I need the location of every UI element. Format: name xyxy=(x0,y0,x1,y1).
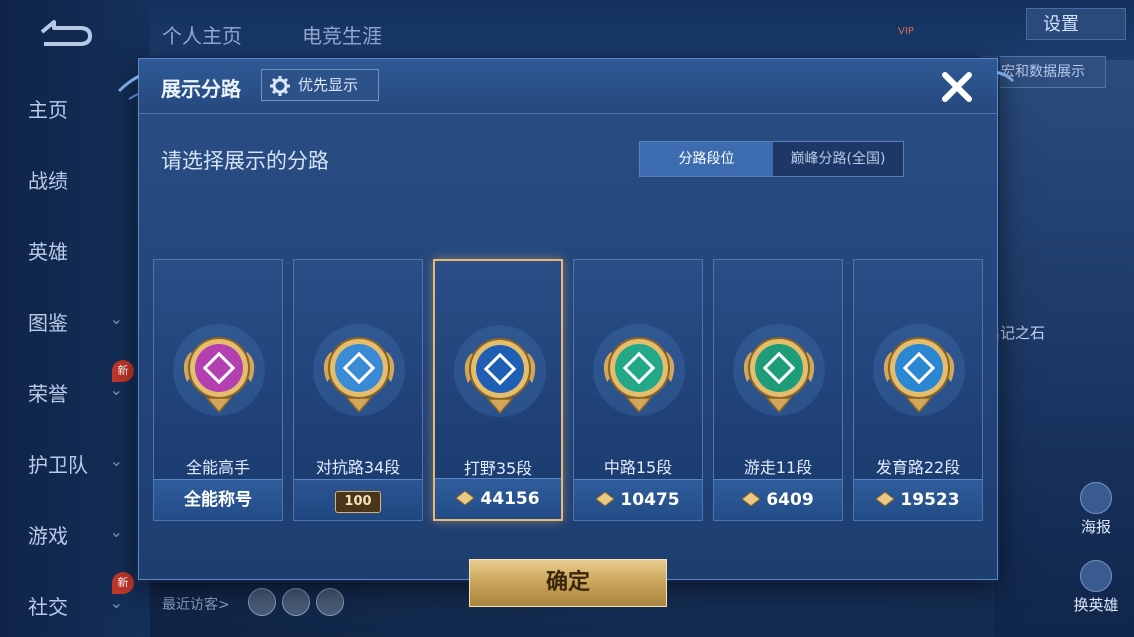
mid-lane-icon xyxy=(593,324,685,416)
priority-display-button[interactable]: 优先显示 xyxy=(261,69,379,101)
sidebar-item-guard-team[interactable]: 护卫队 ⌄ xyxy=(28,449,123,478)
tab-profile[interactable]: 个人主页 xyxy=(162,20,242,49)
points-value: 6409 xyxy=(766,490,814,510)
sidebar-item-social[interactable]: 社交 ⌄ xyxy=(28,591,123,620)
lane-points: 19523 xyxy=(854,479,982,520)
dialog-body: 请选择展示的分路 分路段位 巅峰分路(全国) 全能高手 全能称号 对抗路34段 100… xyxy=(139,113,997,607)
points-icon xyxy=(742,492,761,506)
sidebar-item-collection[interactable]: 图鉴 ⌄ xyxy=(28,307,123,336)
points-value: 44156 xyxy=(480,489,540,509)
close-icon[interactable] xyxy=(937,67,977,107)
lane-rank-label: 全能高手 xyxy=(185,458,250,477)
title-label: 全能称号 xyxy=(154,479,282,520)
points-icon xyxy=(876,492,895,506)
points-icon xyxy=(456,491,475,505)
confirm-button[interactable]: 确定 xyxy=(469,559,667,607)
sidebar-item-honor[interactable]: 荣誉 ⌄ xyxy=(28,378,123,407)
back-arrow-icon[interactable] xyxy=(36,18,94,48)
lane-card[interactable]: 中路15段 10475 xyxy=(573,259,703,521)
chevron-down-icon: ⌄ xyxy=(109,522,123,541)
swap-hero-button[interactable]: 换英雄 xyxy=(1066,560,1126,615)
lane-rank-label: 游走11段 xyxy=(743,458,813,477)
points-value: 10475 xyxy=(620,490,680,510)
dialog-title: 展示分路 xyxy=(161,77,241,101)
gear-icon xyxy=(270,76,290,96)
chevron-down-icon: ⌄ xyxy=(109,593,123,612)
new-badge: 新 xyxy=(112,572,134,594)
poster-icon xyxy=(1080,482,1112,514)
rank-badge: 100 xyxy=(294,479,422,520)
lane-card[interactable]: 全能高手 全能称号 xyxy=(153,259,283,521)
hero-panel-background xyxy=(994,60,1134,637)
lane-points: 44156 xyxy=(435,478,561,519)
rank-badge-value: 100 xyxy=(335,491,381,513)
chevron-down-icon: ⌄ xyxy=(109,380,123,399)
avatar[interactable] xyxy=(248,588,276,616)
tab-esports-career[interactable]: 电竞生涯 xyxy=(302,20,382,49)
avatar[interactable] xyxy=(282,588,310,616)
settings-button[interactable]: 设置 xyxy=(1026,8,1126,40)
dialog-header: 展示分路 优先显示 xyxy=(139,59,997,114)
sidebar-item-heroes[interactable]: 英雄 xyxy=(28,236,123,265)
lane-card[interactable]: 游走11段 6409 xyxy=(713,259,843,521)
lane-points: 10475 xyxy=(574,479,702,520)
lane-card[interactable]: 对抗路34段 100 xyxy=(293,259,423,521)
sidebar-item-games[interactable]: 游戏 ⌄ xyxy=(28,520,123,549)
lane-rank-label: 打野35段 xyxy=(463,459,533,478)
dialog-subtitle: 请选择展示的分路 xyxy=(161,149,329,173)
lane-display-dialog: 展示分路 优先显示 请选择展示的分路 分路段位 巅峰分路(全国) 全能高手 全能… xyxy=(117,58,1015,607)
poster-button[interactable]: 海报 xyxy=(1066,482,1126,537)
clash-lane-icon xyxy=(313,324,405,416)
chevron-down-icon: ⌄ xyxy=(109,309,123,328)
lane-card[interactable]: 打野35段 44156 xyxy=(433,259,563,521)
lane-rank-label: 中路15段 xyxy=(603,458,673,477)
sidebar-item-records[interactable]: 战绩 xyxy=(28,165,123,194)
allround-icon xyxy=(173,324,265,416)
lane-mode-toggle: 分路段位 巅峰分路(全国) xyxy=(639,141,904,177)
tab-peak-lane-national[interactable]: 巅峰分路(全国) xyxy=(773,142,903,176)
recent-visitors-link[interactable]: 最近访客> xyxy=(162,594,230,614)
tab-lane-rank[interactable]: 分路段位 xyxy=(640,142,773,176)
jungle-dragon-icon xyxy=(454,325,546,417)
new-badge: 新 xyxy=(112,360,134,382)
chevron-down-icon: ⌄ xyxy=(109,451,123,470)
lane-rank-label: 对抗路34段 xyxy=(315,458,401,477)
avatar[interactable] xyxy=(316,588,344,616)
swap-hero-icon xyxy=(1080,560,1112,592)
lane-card[interactable]: 发育路22段 19523 xyxy=(853,259,983,521)
lane-points: 6409 xyxy=(714,479,842,520)
points-icon xyxy=(596,492,615,506)
roam-wings-icon xyxy=(733,324,825,416)
vip-badge: VIP xyxy=(898,26,914,37)
lane-rank-label: 发育路22段 xyxy=(875,458,961,477)
farm-lane-icon xyxy=(873,324,965,416)
points-value: 19523 xyxy=(900,490,960,510)
